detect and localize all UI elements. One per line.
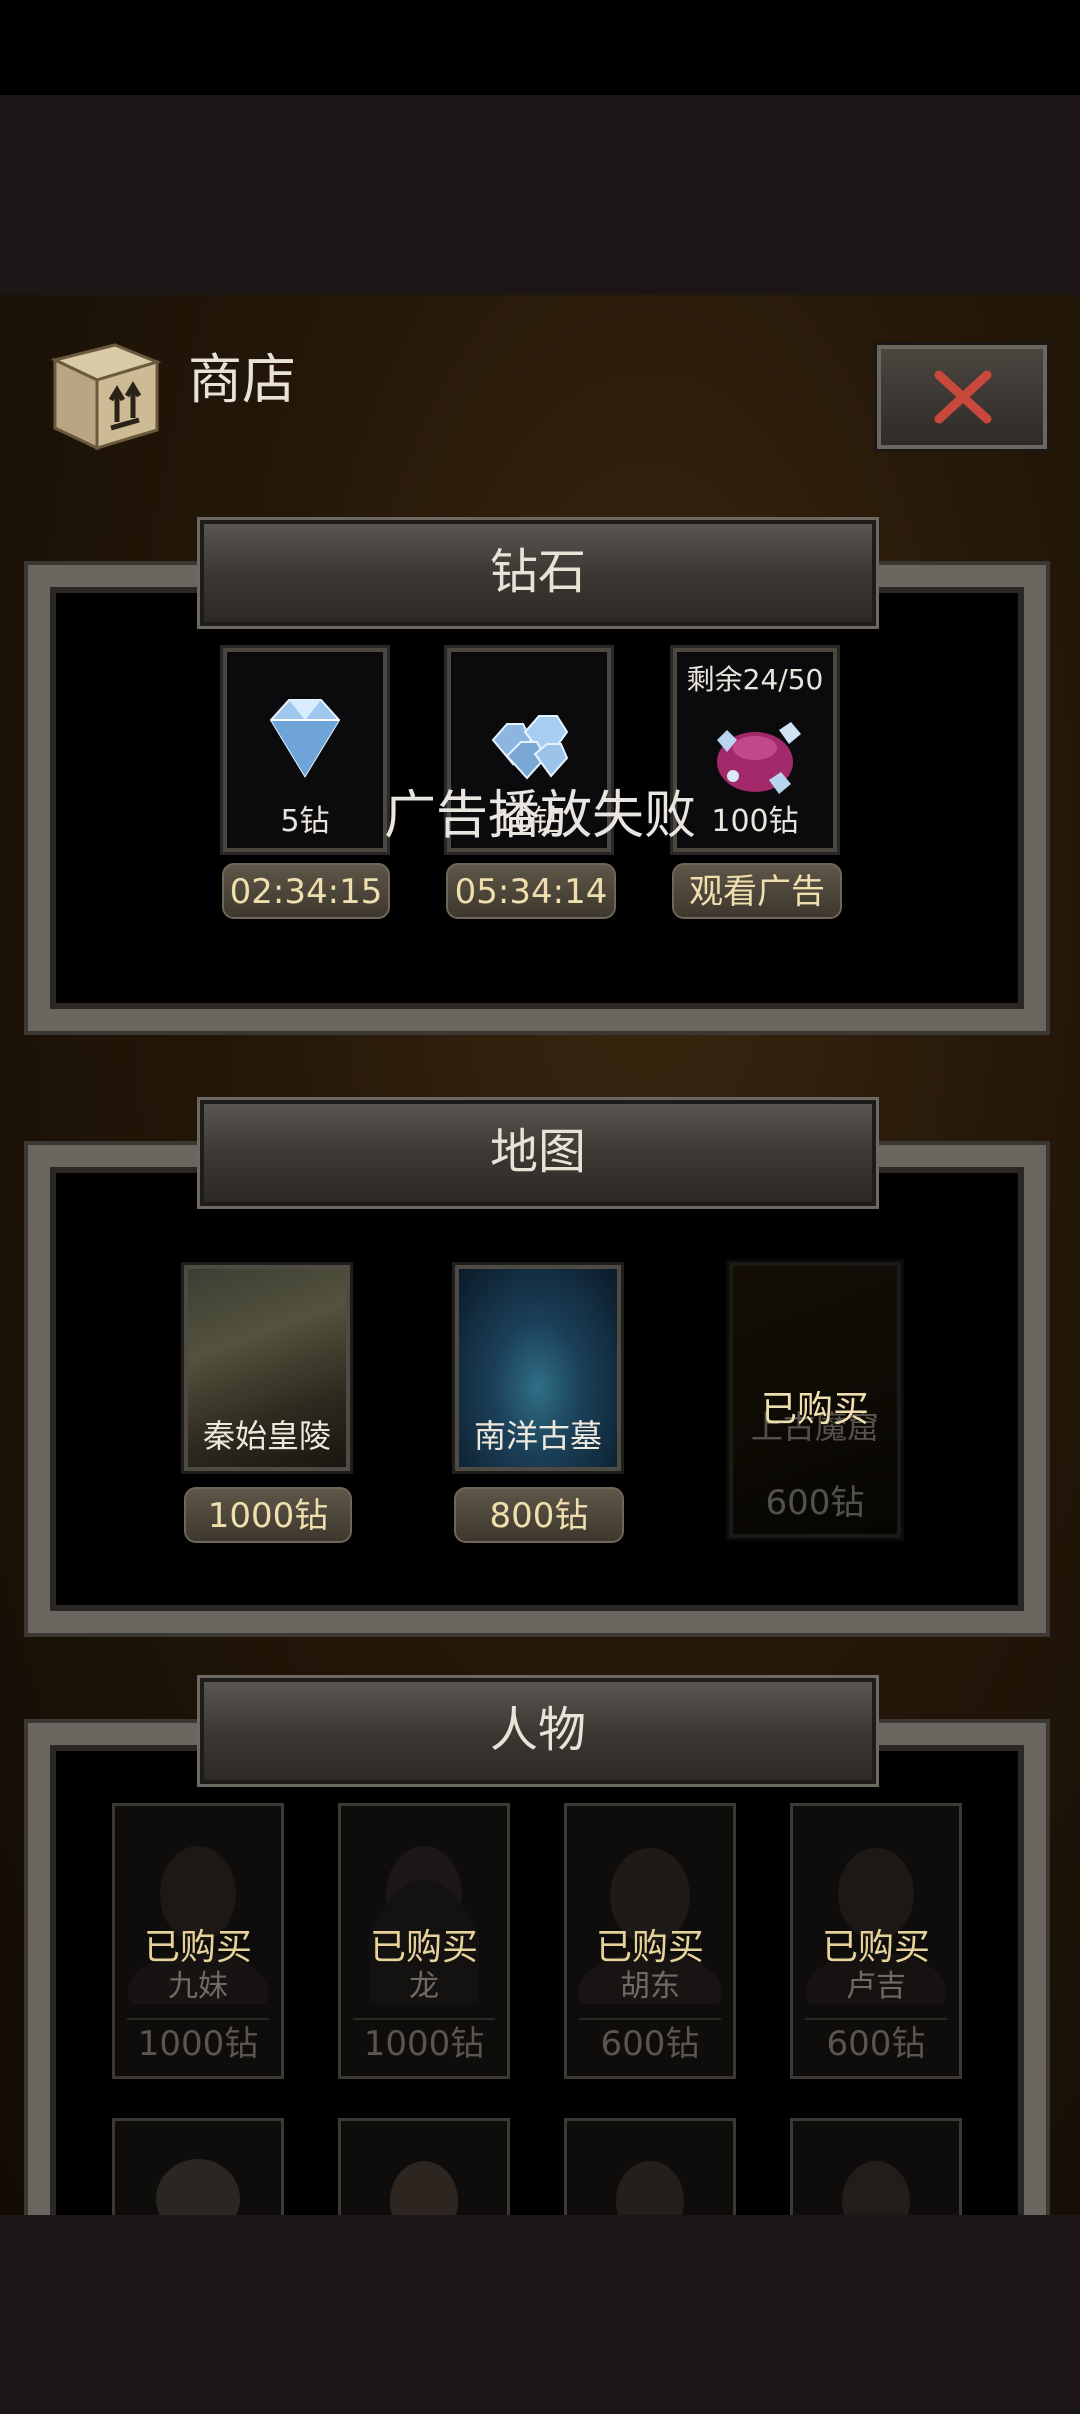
buy-map-qin-mausoleum[interactable]: 1000钻 [184, 1487, 352, 1543]
status-bar [0, 0, 1080, 95]
character-price: 600钻 [805, 2018, 947, 2068]
close-button[interactable] [877, 345, 1047, 449]
character-card-partial[interactable] [564, 2118, 736, 2215]
bottom-letterbox [0, 2215, 1080, 2414]
character-card-long[interactable]: 已购买 龙 1000钻 [338, 1803, 510, 2079]
character-card-luji[interactable]: 已购买 卢吉 600钻 [790, 1803, 962, 2079]
remaining-count: 剩余24/50 [686, 663, 824, 696]
purchased-label: 已购买 [760, 1389, 869, 1430]
portrait-image [156, 2159, 240, 2215]
portrait-image [616, 2161, 684, 2215]
buy-map-nanyang-tomb[interactable]: 800钻 [454, 1487, 624, 1543]
top-letterbox [0, 95, 1080, 295]
character-card-partial[interactable] [338, 2118, 510, 2215]
character-name: 龙 [409, 1969, 439, 2004]
character-card-partial[interactable] [790, 2118, 962, 2215]
character-card-hudong[interactable]: 已购买 胡东 600钻 [564, 1803, 736, 2079]
character-panel-header: 人物 [200, 1678, 876, 1784]
character-name: 卢吉 [846, 1969, 906, 2004]
watch-ad-button[interactable]: 观看广告 [672, 863, 842, 919]
shop-title: 商店 [188, 348, 296, 411]
character-price: 1000钻 [353, 2018, 495, 2068]
close-icon [934, 370, 992, 424]
map-price: 600钻 [765, 1483, 865, 1523]
character-card-partial[interactable] [112, 2118, 284, 2215]
box-icon [50, 343, 162, 451]
timer-button-10[interactable]: 05:34:14 [446, 863, 616, 919]
portrait-image [842, 2161, 910, 2215]
character-card-jiumei[interactable]: 已购买 九妹 1000钻 [112, 1803, 284, 2079]
map-name: 南洋古墓 [473, 1417, 602, 1455]
character-price: 1000钻 [127, 2018, 269, 2068]
map-panel-header: 地图 [200, 1100, 876, 1206]
character-price: 600钻 [579, 2018, 721, 2068]
timer-button-5[interactable]: 02:34:15 [222, 863, 390, 919]
portrait-image [390, 2161, 458, 2215]
map-card-qin-mausoleum[interactable]: 秦始皇陵 [184, 1265, 350, 1471]
diamond-panel-header: 钻石 [200, 520, 876, 626]
ad-failed-toast: 广告播放失败 [383, 786, 696, 846]
shop-screen: 商店 钻石 5钻 02:34:15 10钻 05:34:14 剩余24/50 1… [0, 295, 1080, 2215]
map-card-nanyang-tomb[interactable]: 南洋古墓 [455, 1265, 621, 1471]
character-name: 胡东 [620, 1969, 680, 2004]
character-name: 九妹 [168, 1969, 228, 2004]
map-name: 秦始皇陵 [202, 1417, 331, 1455]
